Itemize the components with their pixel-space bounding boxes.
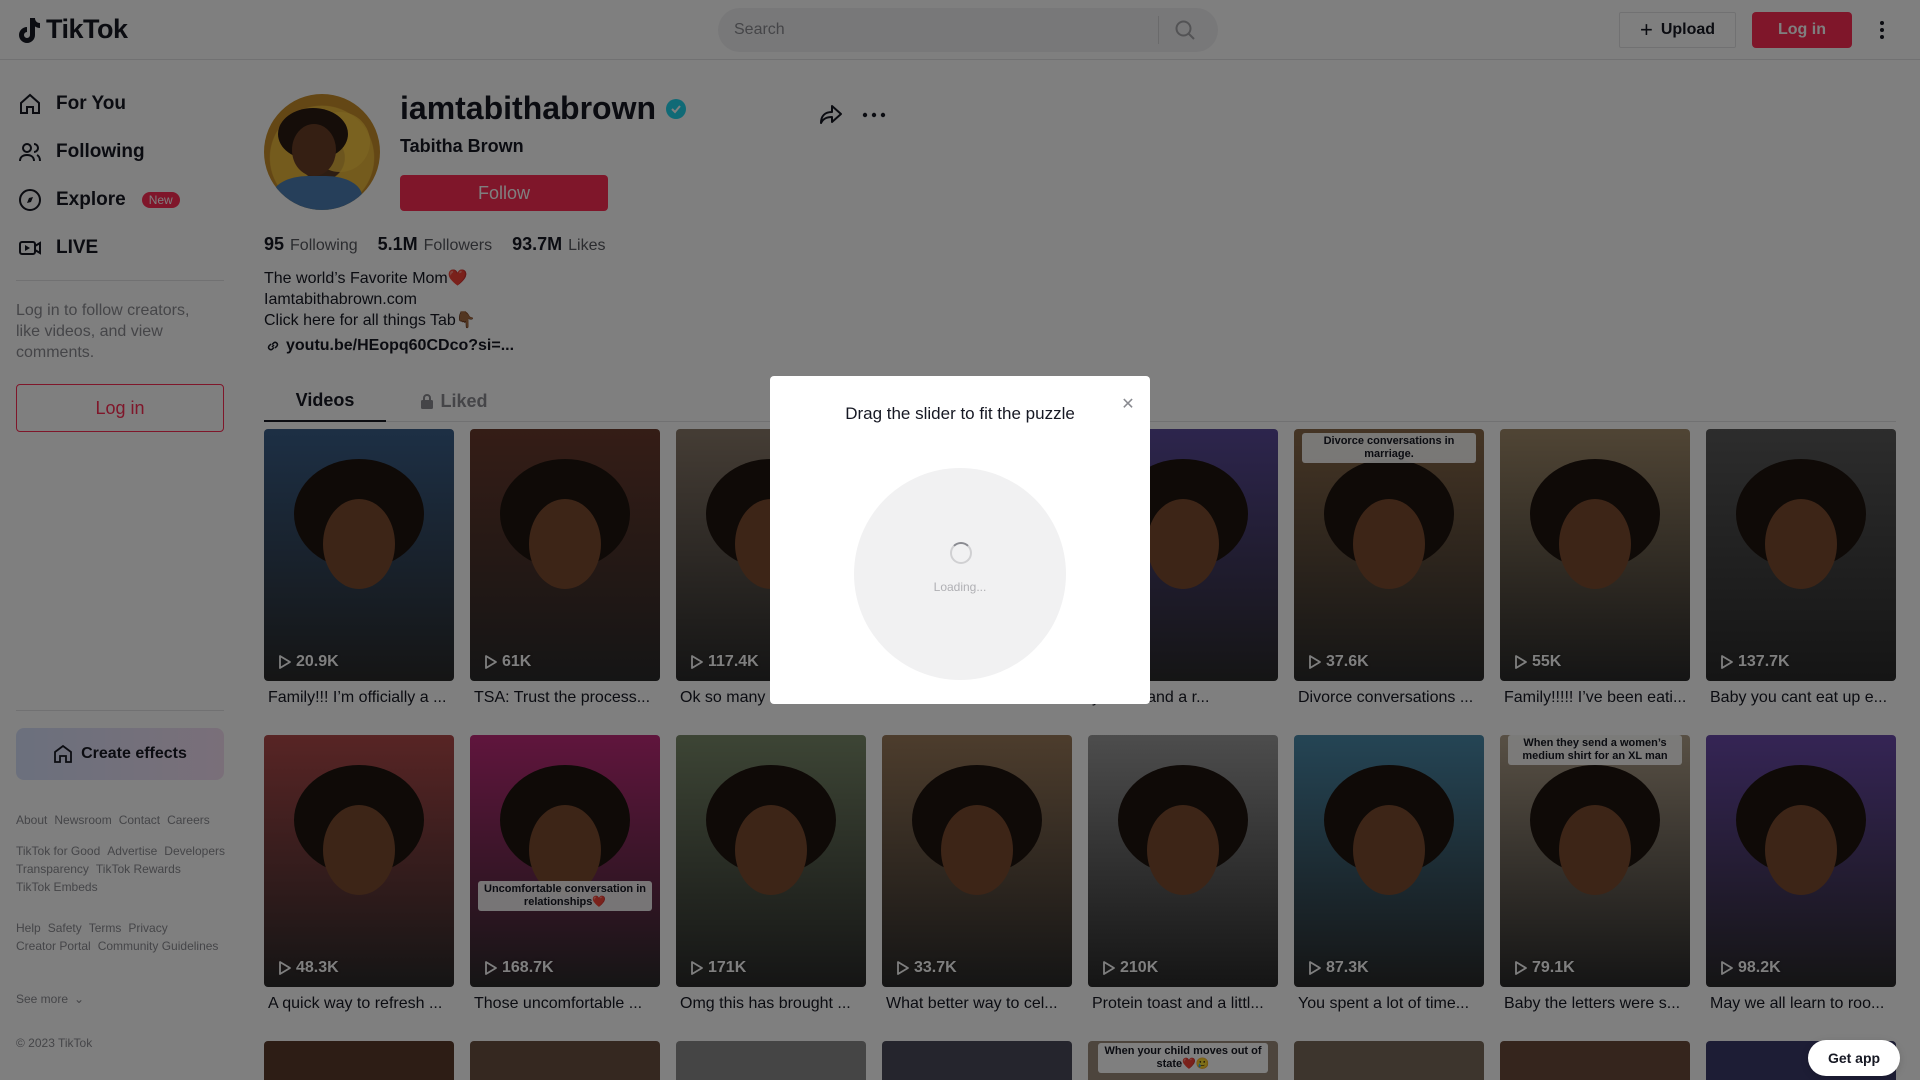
loading-spinner-icon: [950, 542, 972, 564]
captcha-title: Drag the slider to fit the puzzle: [845, 404, 1075, 423]
loading-text: Loading...: [933, 580, 987, 594]
captcha-puzzle: Loading...: [854, 468, 1066, 680]
close-icon[interactable]: ✕: [1118, 394, 1138, 414]
get-app-button[interactable]: Get app: [1808, 1040, 1900, 1076]
captcha-modal: Drag the slider to fit the puzzle ✕ Load…: [770, 376, 1150, 704]
